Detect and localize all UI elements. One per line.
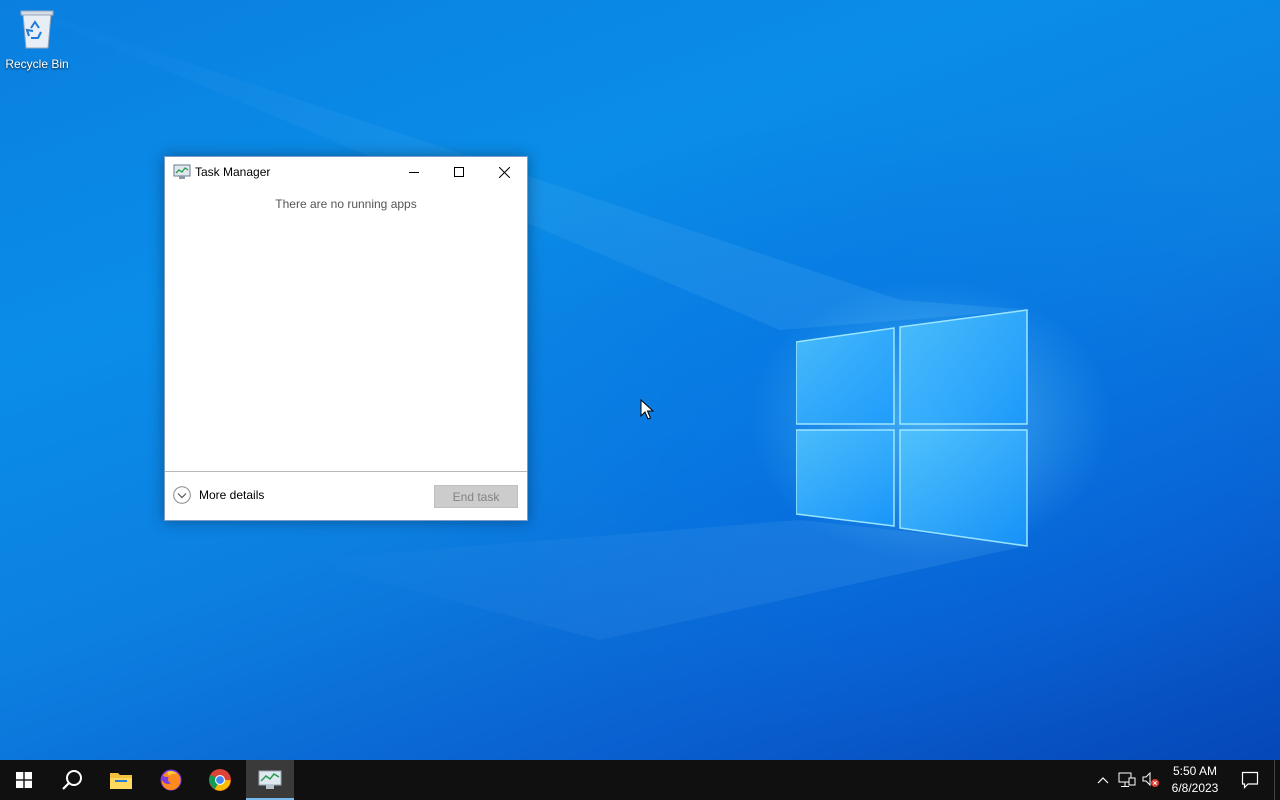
window-footer: More details End task	[165, 471, 527, 520]
close-icon	[498, 166, 510, 178]
chevron-up-icon	[1097, 777, 1109, 784]
volume-muted-icon	[1142, 772, 1159, 787]
clock-time: 5:50 AM	[1172, 764, 1218, 778]
minimize-button[interactable]	[391, 157, 437, 187]
show-hidden-icons-button[interactable]	[1093, 770, 1113, 790]
network-button[interactable]	[1117, 770, 1137, 790]
desktop-icon-label: Recycle Bin	[5, 57, 69, 71]
title-bar[interactable]: Task Manager	[165, 157, 527, 187]
chrome-button[interactable]	[196, 760, 244, 800]
more-details-label: More details	[199, 488, 265, 502]
firefox-button[interactable]	[147, 760, 195, 800]
task-manager-icon	[258, 770, 282, 789]
minimize-icon	[409, 172, 419, 173]
more-details-button[interactable]: More details	[173, 486, 264, 504]
volume-button[interactable]	[1141, 770, 1161, 790]
windows-logo-wallpaper	[796, 309, 1028, 547]
file-explorer-button[interactable]	[97, 760, 145, 800]
maximize-icon	[454, 167, 464, 177]
recycle-bin-icon	[20, 10, 54, 49]
desktop: Recycle Bin Task Manager There are no ru…	[0, 0, 1280, 760]
clock-date: 6/8/2023	[1171, 781, 1219, 795]
close-button[interactable]	[481, 157, 527, 187]
action-center-button[interactable]	[1232, 760, 1268, 800]
start-button[interactable]	[0, 760, 48, 800]
taskbar-clock[interactable]: 5:50 AM 6/8/2023	[1162, 763, 1228, 797]
taskbar: 5:50 AM 6/8/2023	[0, 760, 1280, 800]
chrome-icon	[209, 769, 231, 791]
mouse-cursor-icon	[640, 399, 654, 420]
task-manager-taskbar-button[interactable]	[246, 760, 294, 800]
end-task-button[interactable]: End task	[434, 485, 518, 508]
notification-icon	[1241, 771, 1259, 789]
folder-icon	[110, 773, 132, 789]
window-title: Task Manager	[195, 165, 271, 179]
desktop-icon-recycle-bin[interactable]: Recycle Bin	[4, 6, 70, 76]
search-icon	[62, 770, 82, 790]
task-manager-icon	[173, 164, 191, 179]
windows-start-icon	[16, 772, 32, 788]
no-apps-message: There are no running apps	[275, 197, 417, 211]
show-desktop-button[interactable]	[1274, 760, 1280, 800]
network-icon	[1118, 772, 1136, 787]
chevron-down-icon	[173, 486, 191, 504]
maximize-button[interactable]	[436, 157, 482, 187]
firefox-icon	[160, 769, 182, 791]
task-manager-window: Task Manager There are no running apps M…	[164, 156, 528, 521]
search-button[interactable]	[48, 760, 96, 800]
